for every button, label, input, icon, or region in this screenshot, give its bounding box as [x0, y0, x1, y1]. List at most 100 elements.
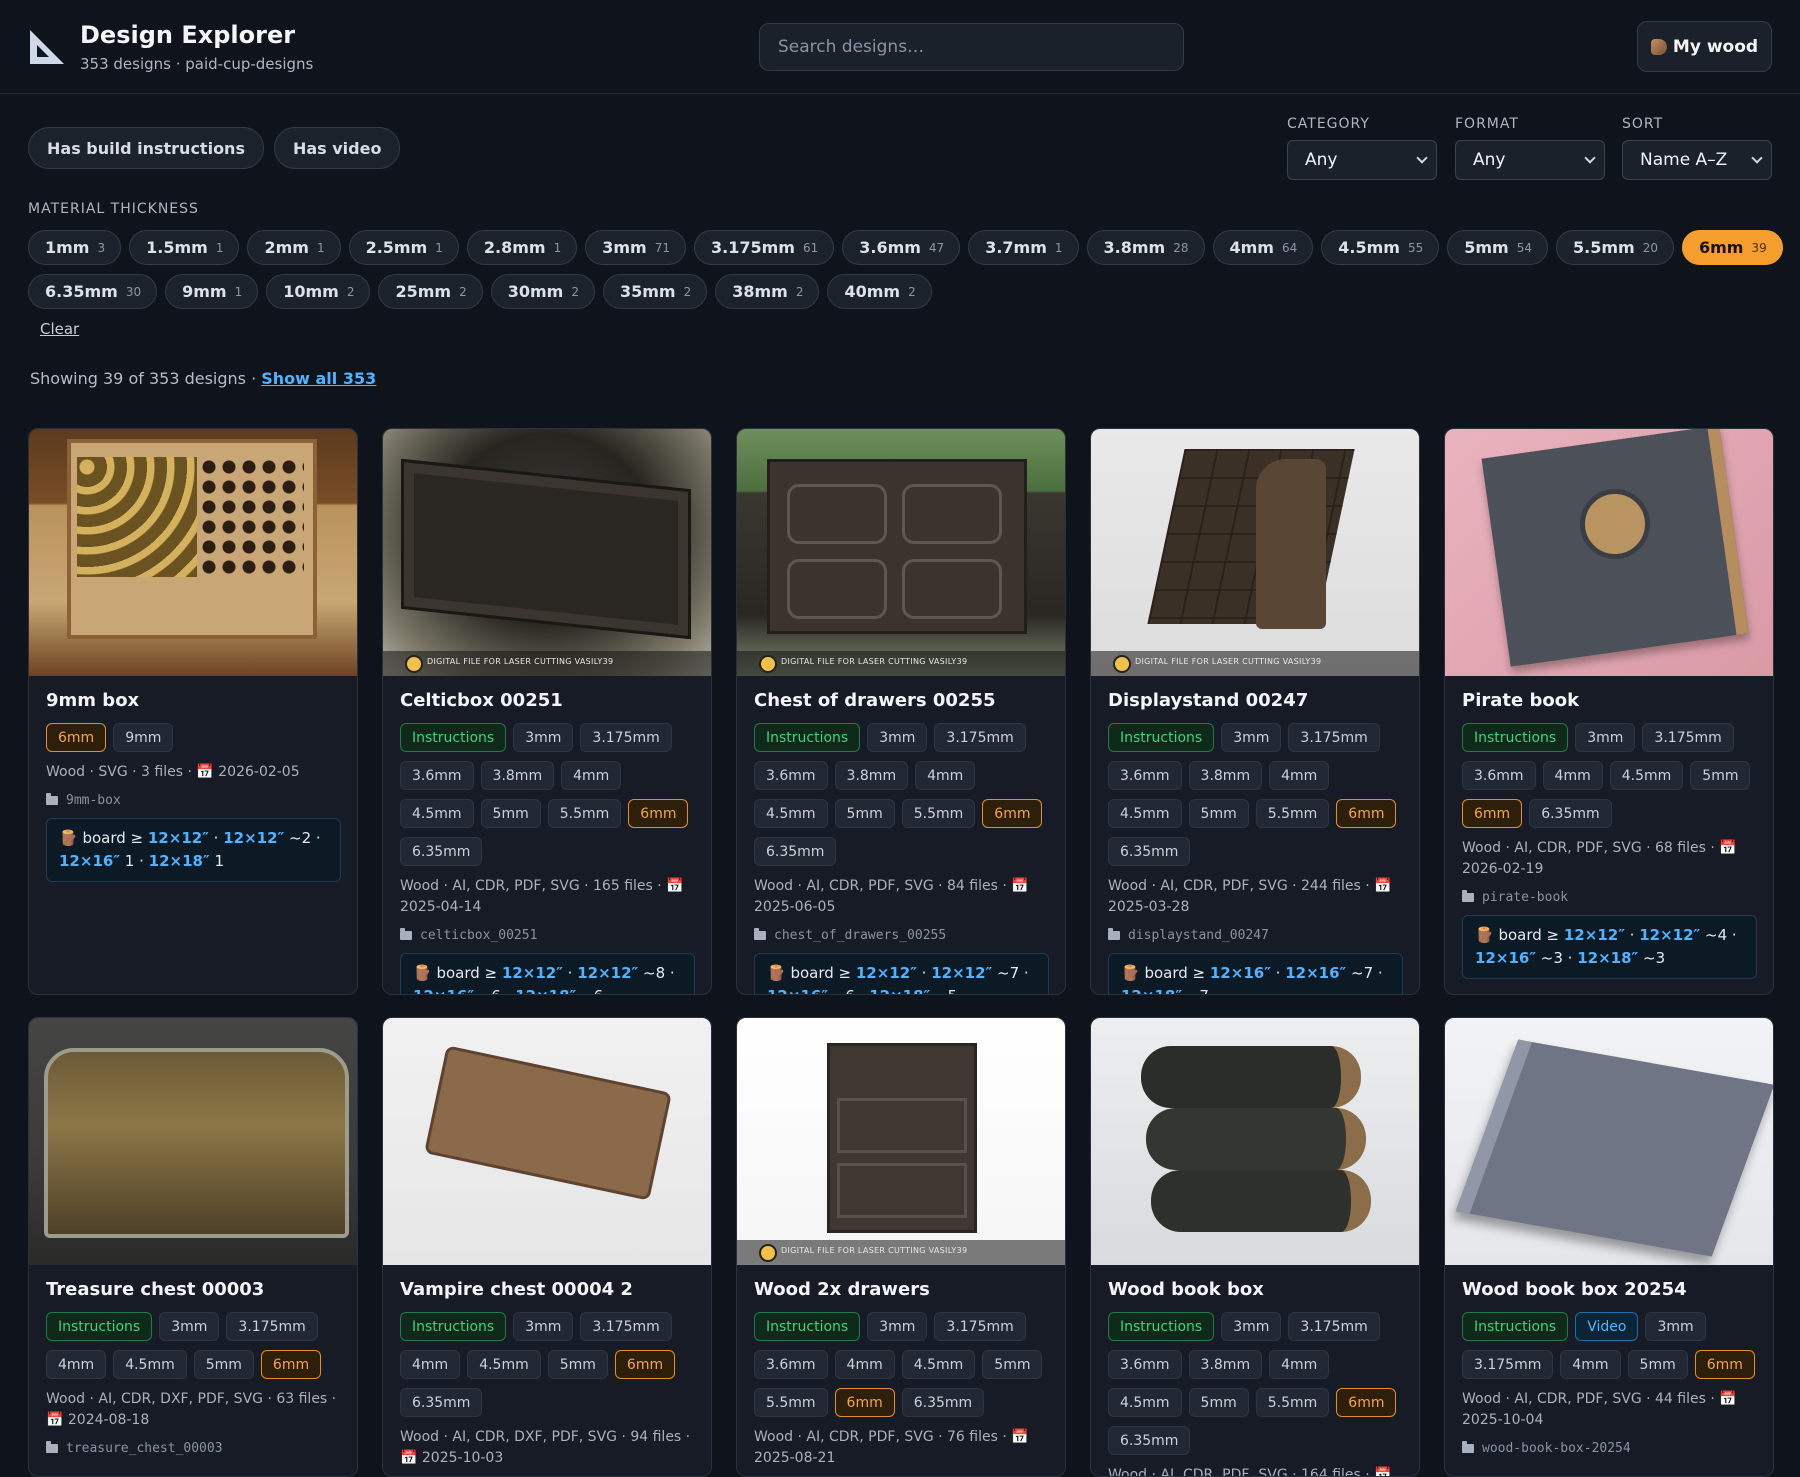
- thickness-chip[interactable]: 3.7mm 1: [968, 230, 1079, 265]
- chip-count: 1: [435, 240, 443, 255]
- thickness-chip[interactable]: 6.35mm 30: [28, 274, 158, 309]
- thickness-chip[interactable]: 10mm 2: [266, 274, 371, 309]
- clear-link[interactable]: Clear: [40, 320, 79, 338]
- has-video-toggle[interactable]: Has video: [273, 127, 401, 169]
- thickness-chip[interactable]: 4mm 64: [1212, 230, 1314, 265]
- design-card[interactable]: DIGITAL FILE FOR LASER CUTTING VASILY39 C…: [382, 428, 712, 995]
- thickness-tag: 4.5mm: [754, 799, 828, 828]
- watermark-band: DIGITAL FILE FOR LASER CUTTING VASILY39: [1091, 651, 1419, 676]
- thickness-chip[interactable]: 4.5mm 55: [1321, 230, 1440, 265]
- thickness-tag: 6mm: [46, 723, 107, 752]
- card-tags: Instructions 3mm 3.175mm 3.6mm 4mm 4.5mm 5mm 5.…: [754, 1312, 1049, 1417]
- chip-label: 2.5mm: [365, 238, 428, 257]
- design-thumbnail[interactable]: [1091, 1018, 1419, 1265]
- design-card[interactable]: Wood book box Instructions 3mm 3.175mm 3.6mm…: [1090, 1017, 1420, 1477]
- design-thumbnail[interactable]: DIGITAL FILE FOR LASER CUTTING VASILY39: [1091, 429, 1419, 676]
- show-all-link[interactable]: Show all 353: [261, 369, 376, 388]
- search-input[interactable]: [759, 23, 1184, 71]
- thickness-chip[interactable]: 35mm 2: [602, 274, 708, 309]
- design-thumbnail[interactable]: DIGITAL FILE FOR LASER CUTTING VASILY39: [737, 429, 1065, 676]
- thickness-chip[interactable]: 5mm 54: [1447, 230, 1548, 265]
- chip-label: 3.7mm: [985, 238, 1047, 257]
- thickness-tag: 4mm: [1269, 761, 1330, 790]
- chip-label: 35mm: [619, 282, 676, 301]
- thickness-chip[interactable]: 30mm 2: [490, 274, 595, 309]
- design-thumbnail[interactable]: [383, 1018, 711, 1265]
- card-slug: 9mm-box: [46, 793, 341, 808]
- design-thumbnail[interactable]: [1445, 429, 1773, 676]
- design-thumbnail[interactable]: [1445, 1018, 1773, 1265]
- folder-icon: [46, 793, 58, 805]
- format-select[interactable]: Any: [1455, 140, 1605, 180]
- thickness-tag: 3mm: [513, 1312, 574, 1341]
- design-card[interactable]: DIGITAL FILE FOR LASER CUTTING VASILY39 C…: [736, 428, 1066, 995]
- design-thumbnail[interactable]: DIGITAL FILE FOR LASER CUTTING VASILY39: [383, 429, 711, 676]
- card-meta: Wood · AI, CDR, PDF, SVG · 244 files · 📅…: [1108, 878, 1392, 915]
- thickness-tag: 3mm: [1221, 723, 1282, 752]
- card-title: Pirate book: [1462, 690, 1580, 711]
- watermark-band: DIGITAL FILE FOR LASER CUTTING VASILY39: [383, 651, 711, 676]
- design-thumbnail[interactable]: [29, 429, 357, 676]
- thickness-chip[interactable]: 5.5mm 20: [1556, 230, 1674, 265]
- chip-count: 28: [1173, 240, 1189, 255]
- thickness-tag: 4mm: [46, 1350, 107, 1379]
- sort-value: Name A–Z: [1640, 150, 1728, 170]
- thickness-chip[interactable]: 25mm 2: [378, 274, 483, 309]
- thickness-chip[interactable]: 9mm 1: [165, 274, 259, 309]
- design-card[interactable]: Wood book box 20254 Instructions Video 3mm 3…: [1444, 1017, 1774, 1477]
- my-wood-button[interactable]: My wood: [1637, 21, 1772, 72]
- thickness-tag: 6mm: [834, 1388, 895, 1417]
- thickness-tag: 5mm: [982, 1350, 1043, 1379]
- thickness-tag: 3.175mm: [1462, 1350, 1554, 1379]
- thickness-tag: 6.35mm: [1529, 799, 1612, 828]
- design-thumbnail[interactable]: DIGITAL FILE FOR LASER CUTTING VASILY39: [737, 1018, 1065, 1265]
- thickness-tag: 4.5mm: [113, 1350, 187, 1379]
- chip-count: 2: [459, 284, 467, 299]
- thickness-chip[interactable]: 3mm 71: [585, 230, 686, 265]
- category-select[interactable]: Any: [1287, 140, 1437, 180]
- thickness-chip[interactable]: 38mm 2: [715, 274, 820, 309]
- chip-label: 2mm: [264, 238, 309, 257]
- sort-select[interactable]: Name A–Z: [1622, 140, 1772, 180]
- thickness-chip[interactable]: 1.5mm 1: [129, 230, 240, 265]
- design-card[interactable]: 9mm box 6mm 9mm Wood · SVG · 3 files · 📅 20…: [28, 428, 358, 995]
- thickness-chip[interactable]: 3.6mm 47: [842, 230, 961, 265]
- thickness-tag: 6mm: [1462, 799, 1523, 828]
- thickness-tag: 4mm: [1542, 761, 1603, 790]
- thickness-chip[interactable]: 40mm 2: [827, 274, 932, 309]
- thickness-tag: 9mm: [113, 723, 174, 752]
- thickness-chip[interactable]: 6mm 39: [1681, 230, 1783, 265]
- card-tags: Instructions 3mm 3.175mm 3.6mm 3.8mm 4mm 4.5mm…: [754, 723, 1049, 866]
- thickness-tag: 6mm: [614, 1350, 676, 1379]
- card-title: Wood book box 20254: [1462, 1279, 1687, 1300]
- app-title: Design Explorer: [80, 20, 296, 49]
- instructions-badge: Instructions: [46, 1312, 153, 1341]
- thickness-tag: 4.5mm: [1609, 761, 1684, 790]
- thickness-tag: 3.8mm: [834, 761, 909, 790]
- brand-logo: [759, 1244, 777, 1262]
- thickness-chip[interactable]: 3.8mm 28: [1086, 230, 1205, 265]
- design-thumbnail[interactable]: [29, 1018, 357, 1265]
- design-card[interactable]: DIGITAL FILE FOR LASER CUTTING VASILY39 W…: [736, 1017, 1066, 1477]
- thickness-chip[interactable]: 2.8mm 1: [466, 230, 578, 265]
- design-card[interactable]: Pirate book Instructions 3mm 3.175mm 3.6mm 4m…: [1444, 428, 1774, 995]
- thickness-chip[interactable]: 2.5mm 1: [348, 230, 459, 265]
- design-card[interactable]: Treasure chest 00003 Instructions 3mm 3.175…: [28, 1017, 358, 1477]
- slug-text: chest_of_drawers_00255: [774, 928, 947, 943]
- thickness-chip[interactable]: 3.175mm 61: [694, 230, 835, 265]
- thickness-tag: 3mm: [159, 1312, 220, 1341]
- design-card[interactable]: DIGITAL FILE FOR LASER CUTTING VASILY39 D…: [1090, 428, 1420, 995]
- card-body: Chest of drawers 00255 Instructions 3mm 3.1…: [737, 676, 1065, 994]
- thickness-chip[interactable]: 1mm 3: [28, 230, 122, 265]
- thickness-tag: 5mm: [1188, 799, 1249, 828]
- card-title: 9mm box: [46, 690, 140, 711]
- watermark-text: DIGITAL FILE FOR LASER CUTTING VASILY39: [781, 1246, 968, 1255]
- card-meta: Wood · AI, CDR, PDF, SVG · 44 files · 📅 …: [1462, 1391, 1737, 1428]
- thickness-tag: 6mm: [982, 799, 1043, 828]
- thickness-chip[interactable]: 2mm 1: [247, 230, 341, 265]
- card-body: Vampire chest 00004 2 Instructions 3mm 3.17…: [383, 1265, 711, 1476]
- design-card[interactable]: Vampire chest 00004 2 Instructions 3mm 3.17…: [382, 1017, 712, 1477]
- chip-label: 1mm: [45, 238, 90, 257]
- chip-count: 1: [215, 240, 224, 255]
- has-instructions-toggle[interactable]: Has build instructions: [28, 127, 264, 169]
